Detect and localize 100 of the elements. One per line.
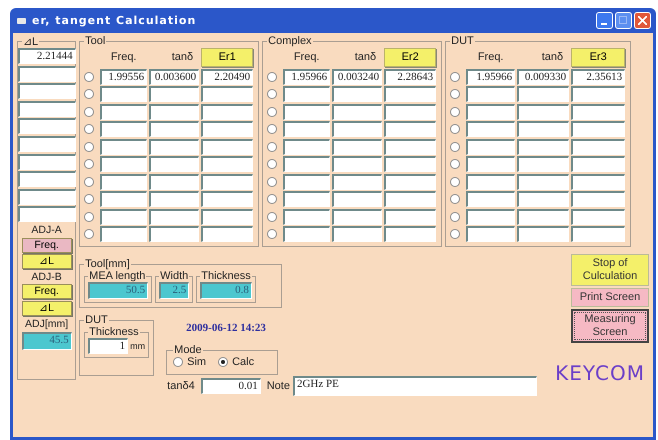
table-cell[interactable] bbox=[283, 191, 330, 207]
action-button[interactable]: Measuring Screen bbox=[571, 309, 649, 343]
table-cell[interactable] bbox=[332, 208, 382, 224]
radio-button[interactable] bbox=[267, 89, 278, 99]
table-cell[interactable] bbox=[149, 191, 200, 207]
input-field[interactable] bbox=[18, 118, 76, 134]
table-cell[interactable] bbox=[100, 226, 148, 242]
table-cell[interactable] bbox=[517, 104, 570, 120]
minimize-button[interactable] bbox=[596, 12, 613, 29]
table-cell[interactable] bbox=[571, 156, 626, 172]
table-cell[interactable] bbox=[466, 121, 516, 137]
table-cell[interactable] bbox=[384, 86, 436, 102]
radio-button[interactable] bbox=[450, 212, 460, 222]
radio-button[interactable] bbox=[84, 89, 94, 99]
table-cell[interactable] bbox=[100, 138, 148, 154]
radio-button[interactable] bbox=[84, 142, 94, 152]
table-cell[interactable] bbox=[283, 156, 330, 172]
radio-button[interactable] bbox=[84, 124, 94, 134]
table-cell[interactable] bbox=[149, 104, 200, 120]
table-cell[interactable] bbox=[384, 104, 436, 120]
table-cell[interactable] bbox=[332, 226, 382, 242]
radio-button[interactable] bbox=[267, 159, 278, 169]
note-field[interactable]: 2GHz PE bbox=[292, 376, 537, 396]
table-cell[interactable] bbox=[201, 226, 254, 242]
table-cell[interactable] bbox=[100, 86, 148, 102]
table-cell[interactable] bbox=[571, 191, 626, 207]
radio-button[interactable] bbox=[267, 142, 278, 152]
table-cell[interactable]: 0.009330 bbox=[517, 68, 570, 84]
table-cell[interactable] bbox=[466, 208, 516, 224]
er-button[interactable]: Er3 bbox=[571, 48, 626, 66]
radio-button[interactable] bbox=[267, 212, 278, 222]
radio-button[interactable] bbox=[450, 229, 460, 239]
radio-button[interactable] bbox=[173, 357, 184, 367]
table-cell[interactable] bbox=[332, 86, 382, 102]
table-cell[interactable] bbox=[571, 138, 626, 154]
table-cell[interactable] bbox=[100, 121, 148, 137]
radio-button[interactable] bbox=[450, 176, 460, 186]
close-button[interactable] bbox=[634, 12, 651, 29]
table-cell[interactable] bbox=[384, 191, 436, 207]
table-cell[interactable] bbox=[517, 156, 570, 172]
table-cell[interactable]: 0.003600 bbox=[149, 68, 200, 84]
table-cell[interactable] bbox=[571, 86, 626, 102]
table-cell[interactable] bbox=[466, 191, 516, 207]
table-cell[interactable] bbox=[201, 138, 254, 154]
table-cell[interactable] bbox=[332, 121, 382, 137]
action-button[interactable]: Stop of Culculation bbox=[571, 254, 649, 286]
radio-button[interactable] bbox=[450, 194, 460, 204]
table-cell[interactable]: 1.99556 bbox=[100, 68, 148, 84]
table-cell[interactable] bbox=[149, 208, 200, 224]
radio-button[interactable] bbox=[84, 106, 94, 116]
table-cell[interactable] bbox=[149, 138, 200, 154]
radio-button[interactable] bbox=[84, 159, 94, 169]
input-field[interactable] bbox=[18, 171, 76, 188]
radio-button[interactable] bbox=[84, 194, 94, 204]
table-cell[interactable] bbox=[283, 104, 330, 120]
table-cell[interactable] bbox=[571, 104, 626, 120]
input-field[interactable] bbox=[18, 66, 76, 82]
table-cell[interactable] bbox=[466, 86, 516, 102]
table-cell[interactable] bbox=[332, 191, 382, 207]
table-cell[interactable] bbox=[283, 226, 330, 242]
radio-button[interactable] bbox=[84, 176, 94, 186]
adjust-button[interactable]: ⊿L bbox=[22, 300, 72, 316]
radio-button[interactable] bbox=[450, 89, 460, 99]
table-cell[interactable]: 2.35613 bbox=[571, 68, 626, 84]
table-cell[interactable] bbox=[283, 86, 330, 102]
table-cell[interactable] bbox=[149, 121, 200, 137]
radio-button[interactable] bbox=[267, 124, 278, 134]
table-cell[interactable] bbox=[283, 121, 330, 137]
radio-button[interactable] bbox=[267, 106, 278, 116]
input-field[interactable]: 0.01 bbox=[200, 378, 261, 394]
input-field[interactable] bbox=[18, 206, 76, 222]
table-cell[interactable] bbox=[571, 174, 626, 190]
table-cell[interactable] bbox=[201, 156, 254, 172]
radio-button[interactable] bbox=[450, 124, 460, 134]
radio-button[interactable] bbox=[267, 72, 278, 82]
radio-button[interactable] bbox=[450, 72, 460, 82]
table-cell[interactable] bbox=[517, 208, 570, 224]
input-field[interactable]: 1 bbox=[88, 338, 128, 354]
table-cell[interactable] bbox=[283, 208, 330, 224]
table-cell[interactable] bbox=[466, 104, 516, 120]
radio-button[interactable] bbox=[84, 229, 94, 239]
table-cell[interactable] bbox=[384, 138, 436, 154]
table-cell[interactable] bbox=[149, 226, 200, 242]
table-cell[interactable] bbox=[571, 121, 626, 137]
table-cell[interactable] bbox=[100, 104, 148, 120]
radio-button[interactable] bbox=[450, 142, 460, 152]
table-cell[interactable] bbox=[149, 156, 200, 172]
table-cell[interactable] bbox=[384, 208, 436, 224]
input-field[interactable] bbox=[18, 136, 76, 152]
radio-button[interactable] bbox=[267, 194, 278, 204]
table-cell[interactable] bbox=[384, 156, 436, 172]
table-cell[interactable] bbox=[517, 226, 570, 242]
adjust-button[interactable]: Freq. bbox=[22, 238, 72, 253]
table-cell[interactable]: 2.28643 bbox=[384, 68, 436, 84]
table-cell[interactable] bbox=[201, 174, 254, 190]
input-field[interactable] bbox=[18, 100, 76, 117]
er-button[interactable]: Er2 bbox=[384, 48, 436, 66]
table-cell[interactable]: 1.95966 bbox=[466, 68, 516, 84]
table-cell[interactable] bbox=[517, 86, 570, 102]
radio-button[interactable] bbox=[267, 229, 278, 239]
